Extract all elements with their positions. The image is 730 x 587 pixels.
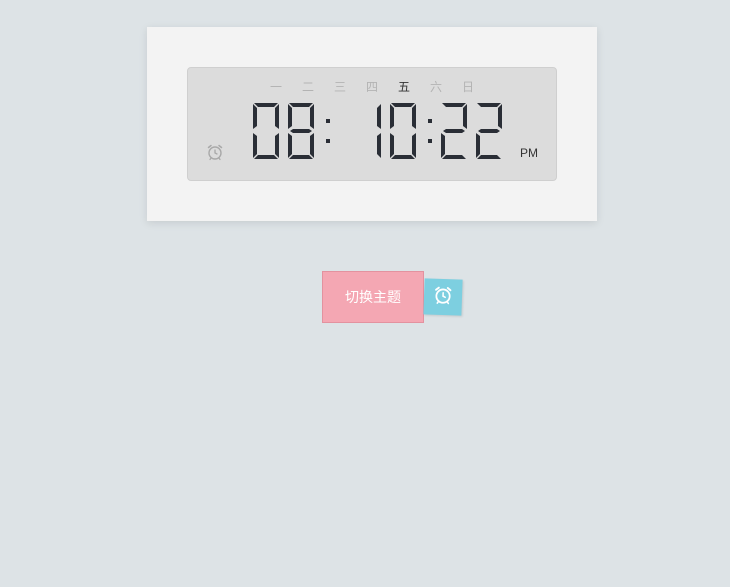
- alarm-clock-icon: [433, 285, 454, 310]
- digit-segment: [412, 133, 416, 158]
- digit-segment: [377, 133, 381, 158]
- digit-segment: [441, 133, 445, 158]
- digit-segment: [275, 133, 279, 158]
- digit-segment: [442, 155, 466, 159]
- digit-segment: [310, 133, 314, 158]
- colon-separator: [428, 119, 432, 143]
- digit-segment: [442, 103, 466, 107]
- digit-segment: [310, 104, 314, 129]
- digit-segment: [253, 104, 257, 129]
- digit-segment: [289, 155, 313, 159]
- digit-segment: [253, 133, 257, 158]
- weekday-sun: 日: [461, 80, 474, 94]
- minute-tens-digit: [377, 104, 381, 158]
- weekday-wed: 三: [333, 80, 346, 94]
- digit-segment: [443, 129, 465, 133]
- digit-segment: [476, 133, 480, 158]
- switch-theme-button[interactable]: 切换主题: [322, 271, 424, 323]
- digit-segment: [254, 155, 278, 159]
- digit-segment: [412, 104, 416, 129]
- digit-segment: [391, 155, 415, 159]
- alarm-clock-icon: [206, 143, 224, 161]
- time-digits: [250, 98, 508, 164]
- digit-segment: [391, 103, 415, 107]
- digit-segment: [390, 133, 394, 158]
- digit-segment: [477, 155, 501, 159]
- hour-ones-digit: [288, 103, 314, 159]
- digit-segment: [477, 103, 501, 107]
- clock-display: 一二三四五六日 PM: [187, 67, 557, 181]
- ampm-indicator: PM: [520, 146, 538, 160]
- clock-card: 一二三四五六日 PM: [147, 27, 597, 221]
- colon-separator: [326, 119, 330, 143]
- digit-segment: [498, 104, 502, 129]
- clock-page: 一二三四五六日 PM 切换主题: [0, 0, 730, 587]
- weekday-tue: 二: [301, 80, 314, 94]
- minute-ones-digit: [390, 103, 416, 159]
- digit-segment: [254, 103, 278, 107]
- alarm-tab-button[interactable]: [423, 278, 463, 316]
- digit-segment: [288, 133, 292, 158]
- second-tens-digit: [441, 103, 467, 159]
- digit-segment: [289, 103, 313, 107]
- digit-segment: [290, 129, 312, 133]
- digit-segment: [478, 129, 500, 133]
- digit-segment: [275, 104, 279, 129]
- digit-segment: [288, 104, 292, 129]
- weekday-row: 一二三四五六日: [188, 78, 556, 95]
- digit-segment: [377, 104, 381, 129]
- weekday-sat: 六: [429, 80, 442, 94]
- weekday-mon: 一: [269, 80, 282, 94]
- digit-segment: [463, 104, 467, 129]
- hour-tens-digit: [253, 103, 279, 159]
- weekday-fri: 五: [397, 80, 410, 94]
- weekday-thu: 四: [365, 80, 378, 94]
- digit-segment: [390, 104, 394, 129]
- second-ones-digit: [476, 103, 502, 159]
